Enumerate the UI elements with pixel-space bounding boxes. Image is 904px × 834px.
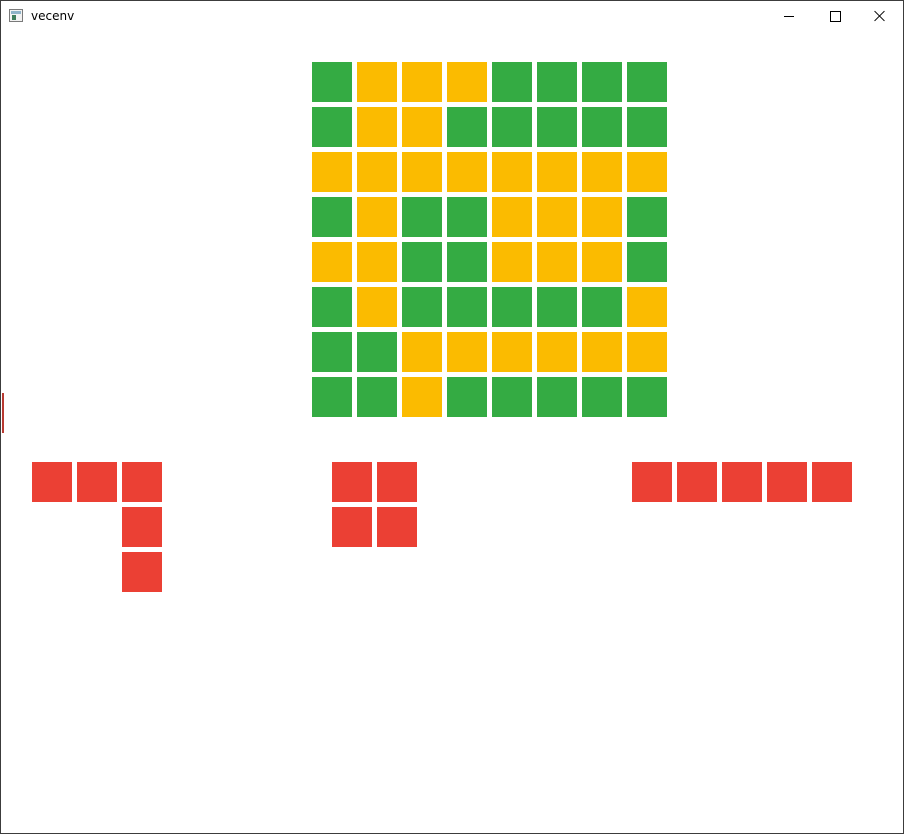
board-cell-filled[interactable] xyxy=(537,287,577,327)
board-cell-filled[interactable] xyxy=(537,107,577,147)
board-cell-empty[interactable] xyxy=(357,62,397,102)
board-cell-filled[interactable] xyxy=(312,332,352,372)
board-cell-filled[interactable] xyxy=(492,62,532,102)
minimize-button[interactable] xyxy=(766,1,812,31)
board-cell-empty[interactable] xyxy=(537,242,577,282)
edge-mark xyxy=(2,393,4,433)
board-cell-empty[interactable] xyxy=(312,242,352,282)
board-cell-filled[interactable] xyxy=(582,107,622,147)
piece-block[interactable] xyxy=(77,462,117,502)
board-cell-filled[interactable] xyxy=(312,107,352,147)
board-cell-filled[interactable] xyxy=(447,107,487,147)
piece-block[interactable] xyxy=(632,462,672,502)
board-cell-empty[interactable] xyxy=(402,377,442,417)
board-cell-filled[interactable] xyxy=(582,287,622,327)
board-cell-empty[interactable] xyxy=(582,332,622,372)
piece-block[interactable] xyxy=(377,462,417,502)
board-cell-empty[interactable] xyxy=(537,152,577,192)
board-cell-empty[interactable] xyxy=(357,242,397,282)
board-cell-empty[interactable] xyxy=(312,152,352,192)
board-cell-filled[interactable] xyxy=(312,197,352,237)
board-cell-filled[interactable] xyxy=(537,377,577,417)
board-cell-filled[interactable] xyxy=(627,242,667,282)
app-window: vecenv xyxy=(0,0,904,834)
board-cell-empty[interactable] xyxy=(582,242,622,282)
board-cell-filled[interactable] xyxy=(402,197,442,237)
board-cell-filled[interactable] xyxy=(312,62,352,102)
board-cell-empty[interactable] xyxy=(402,332,442,372)
piece-block[interactable] xyxy=(32,462,72,502)
board-cell-filled[interactable] xyxy=(492,287,532,327)
maximize-icon xyxy=(829,10,841,22)
board-cell-filled[interactable] xyxy=(447,377,487,417)
piece-block[interactable] xyxy=(122,462,162,502)
board-cell-empty[interactable] xyxy=(447,62,487,102)
board-cell-filled[interactable] xyxy=(537,62,577,102)
board-cell-filled[interactable] xyxy=(582,377,622,417)
board-cell-filled[interactable] xyxy=(357,332,397,372)
piece-block[interactable] xyxy=(332,462,372,502)
piece-block[interactable] xyxy=(677,462,717,502)
game-canvas[interactable] xyxy=(2,32,902,832)
board-cell-filled[interactable] xyxy=(312,287,352,327)
close-icon xyxy=(874,10,886,22)
app-window-icon xyxy=(9,9,23,22)
board-cell-filled[interactable] xyxy=(357,377,397,417)
board-cell-empty[interactable] xyxy=(492,332,532,372)
board-cell-filled[interactable] xyxy=(627,197,667,237)
board-cell-empty[interactable] xyxy=(357,197,397,237)
board-cell-filled[interactable] xyxy=(312,377,352,417)
board-cell-empty[interactable] xyxy=(537,197,577,237)
board-cell-empty[interactable] xyxy=(357,152,397,192)
board-cell-filled[interactable] xyxy=(627,377,667,417)
piece-block[interactable] xyxy=(122,507,162,547)
board-cell-empty[interactable] xyxy=(582,152,622,192)
board-cell-empty[interactable] xyxy=(447,332,487,372)
board-cell-empty[interactable] xyxy=(492,152,532,192)
board-cell-empty[interactable] xyxy=(402,152,442,192)
piece-block[interactable] xyxy=(377,507,417,547)
board-cell-filled[interactable] xyxy=(402,242,442,282)
close-button[interactable] xyxy=(857,1,903,31)
board-cell-filled[interactable] xyxy=(627,107,667,147)
board-cell-empty[interactable] xyxy=(447,152,487,192)
piece-block[interactable] xyxy=(332,507,372,547)
title-bar[interactable]: vecenv xyxy=(1,1,903,32)
board-cell-filled[interactable] xyxy=(582,62,622,102)
board-cell-filled[interactable] xyxy=(402,287,442,327)
maximize-button[interactable] xyxy=(812,1,858,31)
minimize-icon xyxy=(784,15,794,17)
board-cell-filled[interactable] xyxy=(447,197,487,237)
board-cell-empty[interactable] xyxy=(357,107,397,147)
piece-block[interactable] xyxy=(767,462,807,502)
window-title: vecenv xyxy=(31,9,75,23)
board-cell-empty[interactable] xyxy=(492,242,532,282)
piece-block[interactable] xyxy=(722,462,762,502)
board-cell-filled[interactable] xyxy=(627,62,667,102)
board-cell-empty[interactable] xyxy=(627,287,667,327)
board-cell-empty[interactable] xyxy=(402,107,442,147)
piece-block[interactable] xyxy=(122,552,162,592)
board-cell-empty[interactable] xyxy=(627,332,667,372)
board-cell-empty[interactable] xyxy=(582,197,622,237)
board-cell-empty[interactable] xyxy=(492,197,532,237)
board-cell-filled[interactable] xyxy=(447,242,487,282)
board-cell-filled[interactable] xyxy=(447,287,487,327)
board-cell-empty[interactable] xyxy=(627,152,667,192)
board-cell-filled[interactable] xyxy=(492,377,532,417)
board-cell-empty[interactable] xyxy=(357,287,397,327)
board-cell-filled[interactable] xyxy=(492,107,532,147)
piece-block[interactable] xyxy=(812,462,852,502)
board-cell-empty[interactable] xyxy=(402,62,442,102)
board-cell-empty[interactable] xyxy=(537,332,577,372)
